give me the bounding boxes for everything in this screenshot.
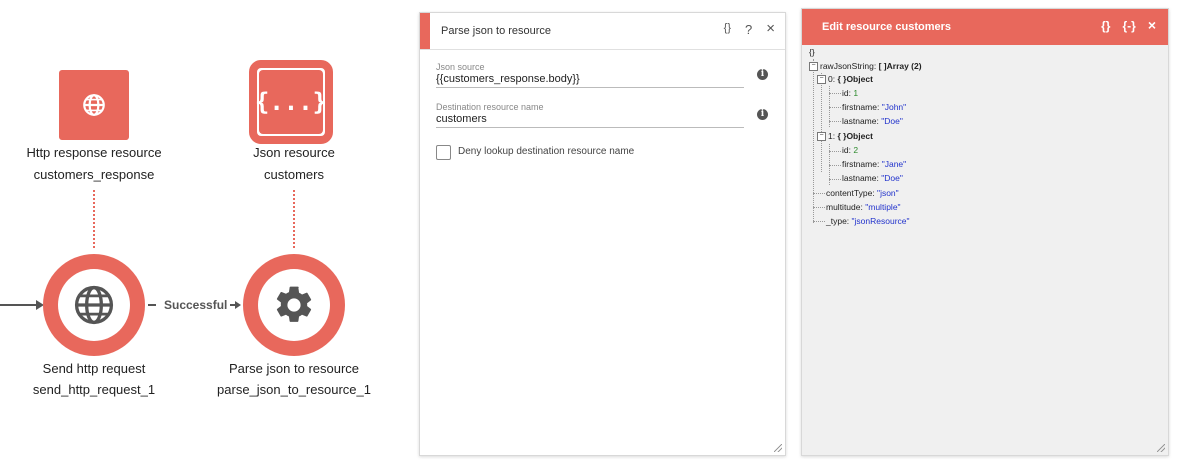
tree-leaf-firstname: firstname: "Jane"	[842, 159, 907, 169]
tree-guide	[813, 193, 825, 194]
deny-lookup-checkbox[interactable]	[436, 145, 451, 160]
json-view-button[interactable]: {}	[724, 22, 731, 37]
destination-field[interactable]: Destination resource name customers	[436, 102, 744, 128]
globe-icon	[83, 94, 105, 116]
json-source-label: Json source	[436, 62, 485, 72]
send-node-name: send_http_request_1	[32, 382, 156, 397]
tree-node-item-1[interactable]: −1: { }Object	[817, 130, 873, 144]
tree-leaf-multitude: multitude: "multiple"	[826, 202, 901, 212]
tree-guide	[813, 207, 825, 208]
deny-lookup-label[interactable]: Deny lookup destination resource name	[458, 146, 634, 157]
json-resource-link	[293, 190, 295, 248]
http-resource-link	[93, 190, 95, 248]
send-node-title: Send http request	[42, 361, 146, 376]
parse-json-panel: Parse json to resource {} ? × Json sourc…	[419, 12, 786, 456]
tree-leaf-lastname: lastname: "Doe"	[842, 173, 903, 183]
collapse-toggle[interactable]: −	[817, 132, 826, 142]
tree-node-item-0[interactable]: −0: { }Object	[817, 73, 873, 87]
panel-header: Edit resource customers {} {-} ×	[802, 9, 1168, 45]
resize-handle[interactable]	[1157, 444, 1165, 452]
tree-guide	[821, 73, 822, 172]
http-response-resource-icon[interactable]	[59, 70, 129, 140]
tree-guide	[829, 93, 841, 94]
info-icon[interactable]: i	[757, 69, 768, 80]
panel-accent	[420, 13, 430, 49]
destination-input[interactable]: customers	[436, 113, 744, 127]
http-resource-title: Http response resource	[26, 145, 162, 160]
send-http-request-node[interactable]	[43, 254, 145, 356]
globe-icon	[74, 285, 114, 325]
json-resource-title: Json resource	[253, 145, 335, 160]
tree-leaf-id: id: 2	[842, 145, 859, 155]
destination-label: Destination resource name	[436, 102, 544, 112]
help-button[interactable]: ?	[745, 22, 752, 37]
edit-resource-panel: Edit resource customers {} {-} × {} − raw…	[801, 8, 1169, 456]
json-source-field[interactable]: Json source {{customers_response.body}}	[436, 62, 744, 88]
collapse-toggle[interactable]: −	[817, 75, 826, 85]
json-resource-name: customers	[264, 167, 324, 182]
incoming-arrow	[0, 300, 44, 310]
tree-guide	[829, 151, 841, 152]
json-source-input[interactable]: {{customers_response.body}}	[436, 73, 744, 87]
parse-node-title: Parse json to resource	[228, 361, 360, 376]
edge-line-start	[148, 304, 156, 306]
collapse-json-button[interactable]: {-}	[1122, 19, 1135, 33]
tree-leaf-type: _type: "jsonResource"	[826, 216, 910, 226]
tree-root: {}	[809, 47, 815, 57]
tree-leaf-contenttype: contentType: "json"	[826, 188, 899, 198]
panel-header: Parse json to resource {} ? ×	[420, 13, 785, 50]
tree-leaf-firstname: firstname: "John"	[842, 102, 907, 112]
info-icon[interactable]: i	[757, 109, 768, 120]
http-resource-name: customers_response	[33, 167, 155, 182]
parse-node-name: parse_json_to_resource_1	[217, 382, 371, 397]
parse-json-node[interactable]	[243, 254, 345, 356]
panel-title: Edit resource customers	[822, 21, 951, 33]
tree-guide	[829, 107, 841, 108]
json-resource-icon[interactable]: {...}	[249, 60, 333, 144]
curly-braces-icon: {...}	[255, 70, 327, 134]
tree-guide	[813, 221, 825, 222]
tree-guide	[829, 165, 841, 166]
tree-leaf-lastname: lastname: "Doe"	[842, 116, 903, 126]
gear-icon	[276, 286, 312, 322]
tree-guide	[829, 179, 841, 180]
edge-label[interactable]: Successful	[164, 298, 227, 312]
tree-guide	[829, 121, 841, 122]
close-button[interactable]: ×	[1148, 17, 1156, 33]
collapse-toggle[interactable]: −	[809, 62, 818, 72]
json-view-button[interactable]: {}	[1101, 19, 1110, 33]
tree-node-rawjsonstring[interactable]: − rawJsonString: [ ]Array (2)	[809, 60, 922, 74]
tree-leaf-id: id: 1	[842, 88, 859, 98]
resize-handle[interactable]	[774, 444, 782, 452]
close-button[interactable]: ×	[766, 20, 775, 37]
edge-arrow-head	[230, 301, 241, 309]
panel-title: Parse json to resource	[441, 25, 552, 37]
tree-guide	[813, 59, 814, 223]
